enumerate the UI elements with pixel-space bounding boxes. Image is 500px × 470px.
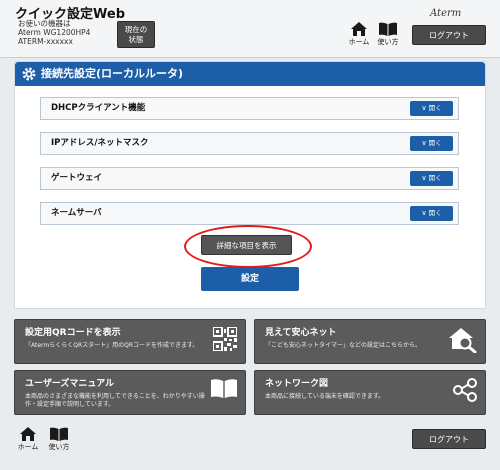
tile-title: ユーザーズマニュアル bbox=[25, 379, 115, 389]
footer-manual-button[interactable]: 使い方 bbox=[45, 427, 73, 457]
device-info: お使いの機器は Aterm WG1200HP4 ATERM-xxxxxx bbox=[18, 19, 90, 46]
tile-title: 見えて安心ネット bbox=[265, 328, 337, 338]
brand-logo: Aterm bbox=[430, 8, 462, 19]
current-status-button[interactable]: 現在の 状態 bbox=[117, 21, 155, 48]
panel-title: 接続先設定(ローカルルータ) bbox=[15, 62, 485, 86]
accordion-gateway[interactable]: ゲートウェイ ∨ 開く bbox=[40, 167, 459, 190]
open-button-label: 開く bbox=[428, 174, 442, 182]
accordion-ip-netmask[interactable]: IPアドレス/ネットマスク ∨ 開く bbox=[40, 132, 459, 155]
accordion-label: IPアドレス/ネットマスク bbox=[51, 138, 149, 148]
open-button[interactable]: ∨ 開く bbox=[410, 206, 453, 221]
tile-desc: 本商品のさまざまな機能を利用してできることを、わかりやすい操作・設定手順で説明し… bbox=[25, 393, 205, 408]
panel-title-text: 接続先設定(ローカルルータ) bbox=[41, 67, 184, 80]
tile-network-map[interactable]: ネットワーク図 本商品に接続している端末を確認できます。 bbox=[254, 370, 486, 415]
device-id: ATERM-xxxxxx bbox=[18, 37, 73, 46]
home-icon bbox=[20, 427, 36, 441]
qr-code-icon bbox=[213, 327, 237, 351]
tile-qr-code[interactable]: 設定用QRコードを表示 「AtermらくらくQRスタート」用のQRコードを作成で… bbox=[14, 319, 246, 364]
book-icon bbox=[50, 427, 68, 441]
status-button-line1: 現在の bbox=[124, 25, 148, 34]
home-search-icon bbox=[449, 328, 477, 353]
gear-icon bbox=[22, 67, 36, 81]
chevron-down-icon: ∨ bbox=[421, 174, 427, 182]
accordion-label: ネームサーバ bbox=[51, 208, 102, 218]
tile-title: ネットワーク図 bbox=[265, 379, 329, 389]
tile-desc: 「AtermらくらくQRスタート」用のQRコードを作成できます。 bbox=[25, 342, 199, 349]
highlight-ellipse bbox=[184, 225, 312, 268]
status-button-line2: 状態 bbox=[128, 35, 144, 44]
chevron-down-icon: ∨ bbox=[421, 209, 427, 217]
accordion-name-server[interactable]: ネームサーバ ∨ 開く bbox=[40, 202, 459, 225]
footer-home-label: ホーム bbox=[17, 443, 39, 451]
device-label: お使いの機器は bbox=[18, 19, 71, 28]
footer-home-button[interactable]: ホーム bbox=[14, 427, 42, 457]
open-button[interactable]: ∨ 開く bbox=[410, 101, 453, 116]
open-button[interactable]: ∨ 開く bbox=[410, 171, 453, 186]
accordion-label: ゲートウェイ bbox=[51, 173, 103, 183]
tile-desc: 「こども安心ネットタイマー」などの設定はこちらから。 bbox=[265, 342, 422, 349]
network-icon bbox=[453, 378, 477, 402]
chevron-down-icon: ∨ bbox=[421, 104, 427, 112]
tile-title: 設定用QRコードを表示 bbox=[25, 328, 121, 338]
tile-desc: 本商品に接続している端末を確認できます。 bbox=[265, 393, 385, 400]
footer-manual-label: 使い方 bbox=[48, 443, 70, 451]
tile-mieru-anshin-net[interactable]: 見えて安心ネット 「こども安心ネットタイマー」などの設定はこちらから。 bbox=[254, 319, 486, 364]
book-icon bbox=[211, 379, 237, 398]
accordion-dhcp-client[interactable]: DHCPクライアント機能 ∨ 開く bbox=[40, 97, 459, 120]
tile-users-manual[interactable]: ユーザーズマニュアル 本商品のさまざまな機能を利用してできることを、わかりやすい… bbox=[14, 370, 246, 415]
device-model: Aterm WG1200HP4 bbox=[18, 28, 91, 37]
manual-label: 使い方 bbox=[377, 38, 399, 46]
home-label: ホーム bbox=[348, 38, 370, 46]
footer-logout-button[interactable]: ログアウト bbox=[412, 429, 486, 449]
chevron-down-icon: ∨ bbox=[421, 139, 427, 147]
header: クイック設定Web お使いの機器は Aterm WG1200HP4 ATERM-… bbox=[0, 0, 500, 58]
open-button-label: 開く bbox=[428, 209, 442, 217]
accordion-label: DHCPクライアント機能 bbox=[51, 103, 146, 113]
home-icon bbox=[351, 22, 367, 36]
logout-button[interactable]: ログアウト bbox=[412, 25, 486, 45]
open-button-label: 開く bbox=[428, 104, 442, 112]
open-button-label: 開く bbox=[428, 139, 442, 147]
home-button[interactable]: ホーム bbox=[345, 22, 373, 52]
manual-button[interactable]: 使い方 bbox=[374, 22, 402, 52]
save-button[interactable]: 設定 bbox=[201, 267, 299, 291]
book-icon bbox=[379, 22, 397, 36]
open-button[interactable]: ∨ 開く bbox=[410, 136, 453, 151]
